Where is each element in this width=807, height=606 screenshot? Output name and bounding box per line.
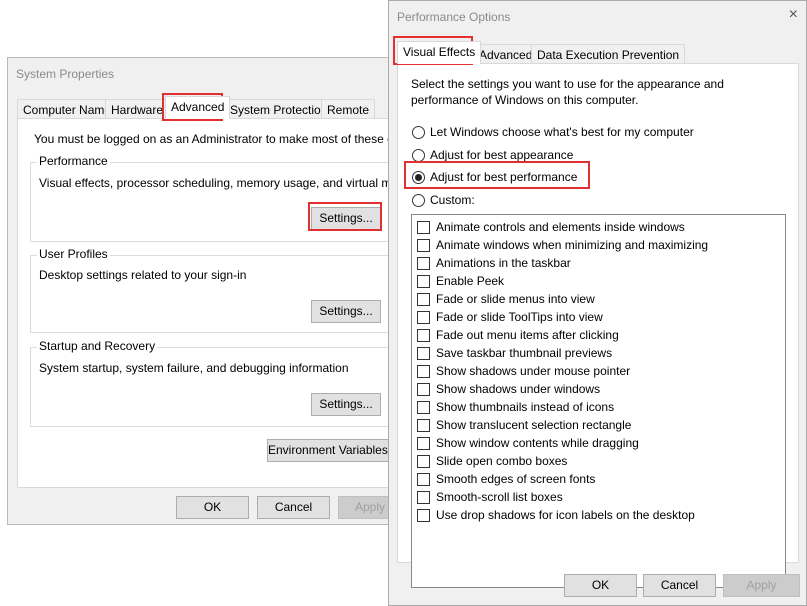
checkbox[interactable] (417, 419, 430, 432)
advanced-panel: You must be logged on as an Administrato… (17, 118, 436, 488)
effect-label: Show thumbnails instead of icons (436, 400, 615, 414)
effect-label: Animate controls and elements inside win… (436, 220, 685, 234)
tab-system-protection[interactable]: System Protection (224, 99, 334, 119)
radio-label: Adjust for best performance (430, 170, 578, 184)
close-icon[interactable]: × (789, 6, 798, 24)
window-title: System Properties (16, 67, 115, 81)
performance-group: Performance Visual effects, processor sc… (30, 154, 425, 242)
radio-label: Let Windows choose what's best for my co… (430, 125, 694, 139)
startup-recovery-settings-button[interactable]: Settings... (311, 393, 381, 416)
ok-button[interactable]: OK (564, 574, 637, 597)
performance-options-window: Performance Options × Visual Effects Adv… (388, 0, 807, 606)
effect-label: Enable Peek (436, 274, 505, 288)
apply-button[interactable]: Apply (723, 574, 800, 597)
admin-note: You must be logged on as an Administrato… (34, 132, 436, 146)
intro-line-1: Select the settings you want to use for … (411, 77, 724, 91)
effect-label: Smooth edges of screen fonts (436, 472, 596, 486)
startup-recovery-description: System startup, system failure, and debu… (39, 361, 349, 375)
checkbox[interactable] (417, 257, 430, 270)
radio-custom[interactable]: Custom: (412, 192, 712, 208)
checkbox[interactable] (417, 221, 430, 234)
checkbox[interactable] (417, 455, 430, 468)
user-profiles-settings-button[interactable]: Settings... (311, 300, 381, 323)
effect-label: Fade or slide ToolTips into view (436, 310, 603, 324)
radio-button[interactable] (412, 126, 425, 139)
system-properties-window: System Properties Computer Name Hardware… (7, 57, 436, 525)
checkbox[interactable] (417, 491, 430, 504)
effect-label: Show shadows under windows (436, 382, 601, 396)
performance-group-title: Performance (37, 154, 110, 168)
radio-button-selected[interactable] (412, 171, 425, 184)
radio-best-performance[interactable]: Adjust for best performance (412, 169, 712, 185)
tab-computer-name[interactable]: Computer Name (17, 99, 118, 119)
user-profiles-group-title: User Profiles (37, 247, 110, 261)
effect-label: Use drop shadows for icon labels on the … (436, 508, 695, 522)
checkbox[interactable] (417, 437, 430, 450)
checkbox[interactable] (417, 239, 430, 252)
visual-effects-panel: Select the settings you want to use for … (397, 63, 799, 588)
checkbox[interactable] (417, 401, 430, 414)
checkbox[interactable] (417, 473, 430, 486)
tab-advanced[interactable]: Advanced (165, 96, 231, 119)
checkbox[interactable] (417, 365, 430, 378)
effect-label: Fade or slide menus into view (436, 292, 595, 306)
tab-data-execution-prevention[interactable]: Data Execution Prevention (531, 44, 686, 64)
environment-variables-button[interactable]: Environment Variables... (267, 439, 398, 462)
effect-label: Show shadows under mouse pointer (436, 364, 631, 378)
checkbox[interactable] (417, 311, 430, 324)
radio-button[interactable] (412, 194, 425, 207)
intro-line-2: performance of Windows on this computer. (411, 93, 639, 107)
checkbox[interactable] (417, 293, 430, 306)
tab-visual-effects[interactable]: Visual Effects (397, 41, 482, 64)
effect-label: Save taskbar thumbnail previews (436, 346, 613, 360)
effect-label: Slide open combo boxes (436, 454, 568, 468)
performance-description: Visual effects, processor scheduling, me… (39, 176, 425, 190)
effect-label: Animations in the taskbar (436, 256, 571, 270)
ok-button[interactable]: OK (176, 496, 249, 519)
radio-label: Adjust for best appearance (430, 148, 574, 162)
effect-label: Show translucent selection rectangle (436, 418, 632, 432)
checkbox[interactable] (417, 383, 430, 396)
cancel-button[interactable]: Cancel (643, 574, 716, 597)
tab-remote[interactable]: Remote (321, 99, 376, 119)
checkbox[interactable] (417, 509, 430, 522)
window-title: Performance Options (397, 10, 511, 24)
effect-label: Animate windows when minimizing and maxi… (436, 238, 709, 252)
cancel-button[interactable]: Cancel (257, 496, 330, 519)
radio-button[interactable] (412, 149, 425, 162)
radio-best-appearance[interactable]: Adjust for best appearance (412, 147, 712, 163)
checkbox[interactable] (417, 275, 430, 288)
checkbox[interactable] (417, 329, 430, 342)
performance-settings-button[interactable]: Settings... (311, 207, 381, 230)
user-profiles-description: Desktop settings related to your sign-in (39, 268, 247, 282)
radio-label: Custom: (430, 193, 475, 207)
radio-let-windows-choose[interactable]: Let Windows choose what's best for my co… (412, 124, 712, 140)
tab-hardware[interactable]: Hardware (105, 99, 170, 119)
effect-label: Fade out menu items after clicking (436, 328, 619, 342)
visual-effects-list[interactable]: Animate controls and elements inside win… (411, 214, 786, 588)
effect-label: Smooth-scroll list boxes (436, 490, 563, 504)
effect-label: Show window contents while dragging (436, 436, 639, 450)
startup-recovery-group-title: Startup and Recovery (37, 339, 158, 353)
tab-advanced[interactable]: Advanced (473, 44, 539, 64)
checkbox[interactable] (417, 347, 430, 360)
